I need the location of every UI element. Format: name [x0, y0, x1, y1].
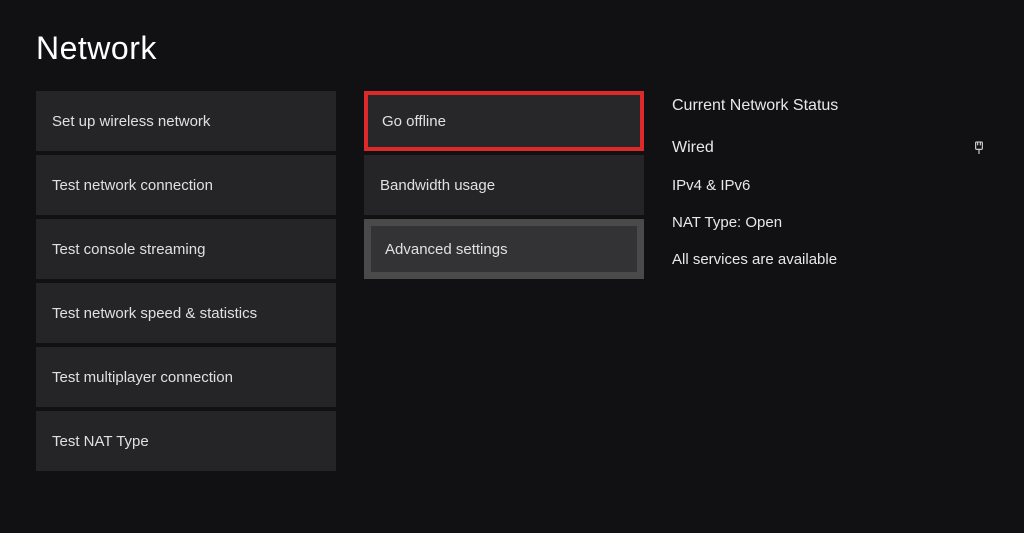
- tile-label: Test multiplayer connection: [52, 369, 233, 386]
- page-title: Network: [36, 30, 988, 67]
- status-connection-type: Wired: [672, 139, 714, 157]
- tile-label: Test network speed & statistics: [52, 305, 257, 322]
- status-nat: NAT Type: Open: [672, 214, 988, 231]
- status-connection-row: Wired: [672, 139, 988, 157]
- tile-go-offline[interactable]: Go offline: [364, 91, 644, 151]
- status-heading: Current Network Status: [672, 97, 988, 115]
- tile-label: Test NAT Type: [52, 433, 149, 450]
- left-column: Set up wireless network Test network con…: [36, 91, 336, 471]
- tile-test-nat[interactable]: Test NAT Type: [36, 411, 336, 471]
- tile-setup-wireless[interactable]: Set up wireless network: [36, 91, 336, 151]
- tile-test-connection[interactable]: Test network connection: [36, 155, 336, 215]
- tile-label: Go offline: [382, 113, 446, 130]
- tile-test-streaming[interactable]: Test console streaming: [36, 219, 336, 279]
- tile-label: Advanced settings: [385, 241, 508, 258]
- tile-label: Set up wireless network: [52, 113, 210, 130]
- tile-advanced-settings[interactable]: Advanced settings: [364, 219, 644, 279]
- tile-test-multiplayer[interactable]: Test multiplayer connection: [36, 347, 336, 407]
- middle-column: Go offline Bandwidth usage Advanced sett…: [364, 91, 644, 279]
- tile-test-speed[interactable]: Test network speed & statistics: [36, 283, 336, 343]
- status-panel: Current Network Status Wired IPv4 & IPv6: [672, 91, 988, 268]
- tile-label: Test console streaming: [52, 241, 205, 258]
- tile-label: Test network connection: [52, 177, 213, 194]
- status-services: All services are available: [672, 251, 988, 268]
- wired-icon: [970, 139, 988, 157]
- status-ip: IPv4 & IPv6: [672, 177, 988, 194]
- tile-bandwidth-usage[interactable]: Bandwidth usage: [364, 155, 644, 215]
- tile-label: Bandwidth usage: [380, 177, 495, 194]
